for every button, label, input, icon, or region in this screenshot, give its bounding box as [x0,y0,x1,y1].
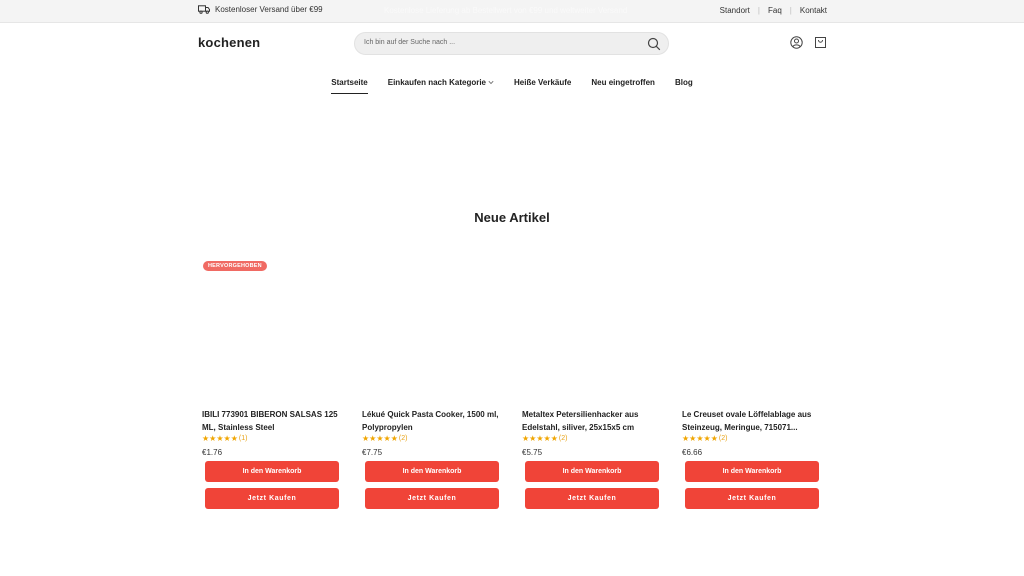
top-links: Standort | Faq | Kontakt [720,6,827,15]
promo-text: Kostenlose Lieferung ab Bestellwert von … [384,6,628,15]
main-nav: Startseite Einkaufen nach Kategorie Heiß… [0,78,1024,94]
nav-item-label: Heiße Verkäufe [514,78,572,87]
link-standort[interactable]: Standort [720,6,750,15]
review-count[interactable]: (2) [719,435,728,442]
add-to-cart-button[interactable]: In den Warenkorb [365,461,499,482]
product-card: Lékué Quick Pasta Cooker, 1500 ml, Polyp… [362,258,502,513]
product-rating: ★★★★★ (1) [202,434,247,443]
product-card: HERVORGEHOBEN IBILI 773901 BIBERON SALSA… [202,258,342,513]
star-rating-icon: ★★★★★ [682,434,718,443]
search-placeholder: Ich bin auf der Suche nach ... [364,39,456,46]
product-price: €1.76 [202,448,223,457]
buy-now-button[interactable]: Jetzt Kaufen [205,488,339,509]
header-icons [779,36,827,54]
divider: | [789,6,792,15]
review-count[interactable]: (2) [399,435,408,442]
product-name[interactable]: Le Creuset ovale Löffelablage aus Steinz… [682,408,822,434]
nav-item-label: Startseite [331,78,368,87]
nav-item-heisse-verkaeufe[interactable]: Heiße Verkäufe [514,78,571,94]
add-to-cart-button[interactable]: In den Warenkorb [525,461,659,482]
review-count[interactable]: (1) [239,435,248,442]
user-icon[interactable] [790,36,803,54]
nav-item-neu-eingetroffen[interactable]: Neu eingetroffen [591,78,655,94]
search-input[interactable]: Ich bin auf der Suche nach ... [354,32,669,55]
buy-now-button[interactable]: Jetzt Kaufen [365,488,499,509]
star-rating-icon: ★★★★★ [202,434,238,443]
site-header: kochenen Ich bin auf der Suche nach ... [0,23,1024,67]
add-to-cart-button[interactable]: In den Warenkorb [205,461,339,482]
link-kontakt[interactable]: Kontakt [800,6,827,15]
product-card: Le Creuset ovale Löffelablage aus Steinz… [682,258,822,513]
product-name[interactable]: Metaltex Petersilienhacker aus Edelstahl… [522,408,662,434]
review-count[interactable]: (2) [559,435,568,442]
buy-now-button[interactable]: Jetzt Kaufen [685,488,819,509]
nav-item-label: Blog [674,78,693,87]
product-rating: ★★★★★ (2) [362,434,407,443]
product-name[interactable]: IBILI 773901 BIBERON SALSAS 125 ML, Stai… [202,408,342,434]
truck-icon [198,5,210,14]
site-logo[interactable]: kochenen [198,35,260,50]
nav-item-label: Einkaufen nach Kategorie [387,78,486,87]
buy-now-button[interactable]: Jetzt Kaufen [525,488,659,509]
product-price: €5.75 [522,448,543,457]
product-price: €6.66 [682,448,703,457]
product-rating: ★★★★★ (2) [522,434,567,443]
nav-item-label: Neu eingetroffen [591,78,655,87]
product-price: €7.75 [362,448,383,457]
nav-item-blog[interactable]: Blog [675,78,693,94]
nav-item-startseite[interactable]: Startseite [331,78,368,94]
link-faq[interactable]: Faq [768,6,782,15]
divider: | [757,6,760,15]
product-card: Metaltex Petersilienhacker aus Edelstahl… [522,258,662,513]
shipping-text: Kostenloser Versand über €99 [215,5,323,14]
product-rating: ★★★★★ (2) [682,434,727,443]
top-bar: Kostenloser Versand über €99 Kostenlose … [0,0,1024,23]
star-rating-icon: ★★★★★ [362,434,398,443]
search-icon[interactable] [647,37,661,56]
nav-item-kategorie[interactable]: Einkaufen nach Kategorie [388,78,494,94]
product-grid: HERVORGEHOBEN IBILI 773901 BIBERON SALSA… [202,258,832,518]
featured-badge: HERVORGEHOBEN [203,261,267,271]
shipping-notice: Kostenloser Versand über €99 [198,5,323,14]
star-rating-icon: ★★★★★ [522,434,558,443]
add-to-cart-button[interactable]: In den Warenkorb [685,461,819,482]
chevron-down-icon [488,80,494,85]
product-name[interactable]: Lékué Quick Pasta Cooker, 1500 ml, Polyp… [362,408,502,434]
section-title: Neue Artikel [474,210,550,225]
shopping-bag-icon[interactable] [814,36,827,54]
